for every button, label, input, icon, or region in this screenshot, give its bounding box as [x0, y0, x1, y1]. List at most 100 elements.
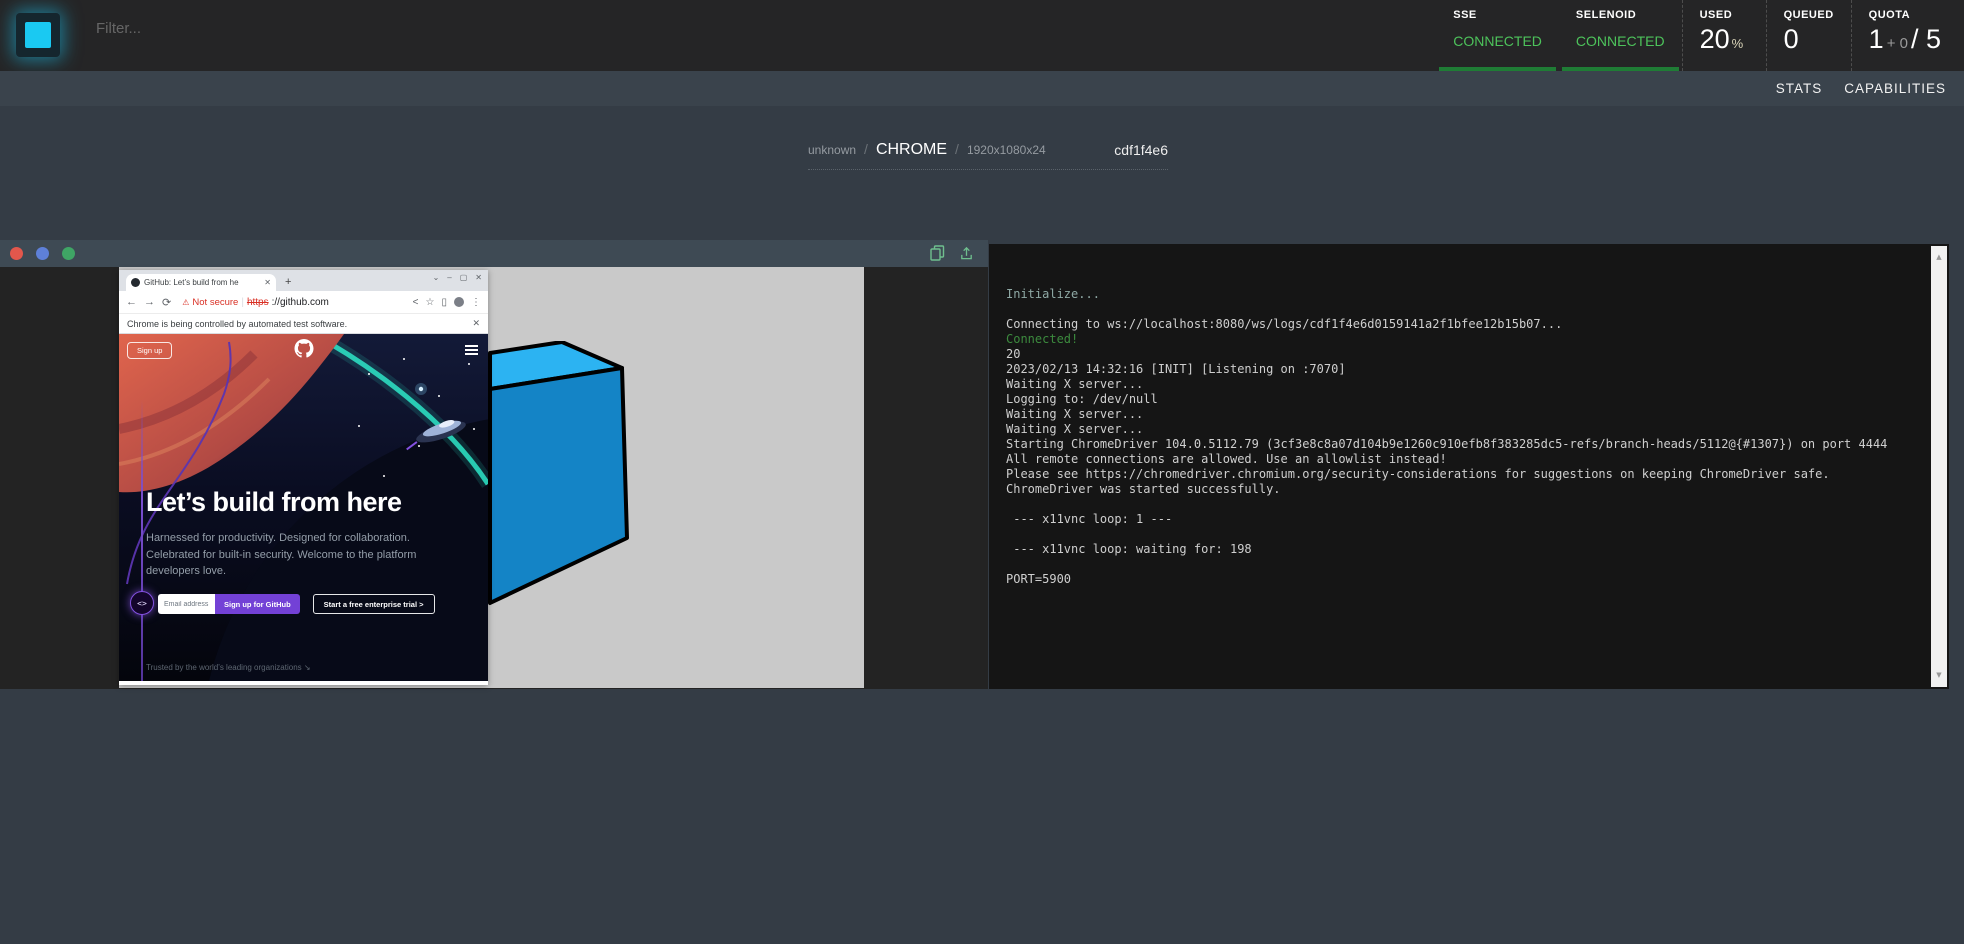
- log-line: Waiting X server...: [1006, 422, 1915, 437]
- selenoid-status: CONNECTED: [1576, 33, 1665, 49]
- remote-desktop[interactable]: GitHub: Let’s build from he ✕ + ⌄ – ▢ ✕ …: [119, 267, 864, 688]
- status-panel: SSE CONNECTED SELENOID CONNECTED USED 20…: [1436, 0, 1958, 71]
- log-line: [1006, 527, 1915, 542]
- github-favicon: [131, 278, 140, 287]
- stat-queued: QUEUED 0: [1766, 0, 1851, 71]
- log-line: PORT=5900: [1006, 572, 1915, 587]
- tab-close-icon[interactable]: ✕: [264, 278, 271, 287]
- window-close-dot[interactable]: [10, 247, 23, 260]
- back-icon[interactable]: ←: [126, 296, 137, 308]
- used-number: 20: [1700, 24, 1730, 54]
- side-panel-icon[interactable]: ▯: [441, 297, 447, 308]
- menu-more-icon[interactable]: ⋮: [471, 297, 481, 308]
- log-line: [1006, 557, 1915, 572]
- log-line: 2023/02/13 14:32:16 [INIT] [Listening on…: [1006, 362, 1915, 377]
- quota-value: 1+ 0/ 5: [1869, 24, 1941, 55]
- url-scheme: https: [247, 297, 269, 308]
- profile-avatar[interactable]: [454, 297, 464, 307]
- remote-browser-window: GitHub: Let’s build from he ✕ + ⌄ – ▢ ✕ …: [119, 270, 488, 685]
- filter-input[interactable]: [96, 20, 476, 37]
- queued-value: 0: [1784, 24, 1834, 55]
- session-row[interactable]: unknown / CHROME / 1920x1080x24 cdf1f4e6: [808, 130, 1168, 170]
- purple-accent-line: [141, 400, 143, 681]
- automation-infobar: Chrome is being controlled by automated …: [119, 314, 488, 334]
- url-field[interactable]: ⚠ Not secure | https ://github.com: [182, 297, 405, 308]
- browser-tab-title: GitHub: Let’s build from he: [144, 278, 260, 287]
- github-octocat-icon[interactable]: [294, 339, 313, 363]
- copy-icon[interactable]: [930, 245, 945, 266]
- vnc-canvas[interactable]: GitHub: Let’s build from he ✕ + ⌄ – ▢ ✕ …: [0, 267, 988, 689]
- browser-tabstrip: GitHub: Let’s build from he ✕ + ⌄ – ▢ ✕: [119, 270, 488, 291]
- log-scrollbar[interactable]: ▲ ▼: [1931, 246, 1947, 687]
- close-icon[interactable]: ✕: [475, 273, 482, 282]
- log-line: Waiting X server...: [1006, 407, 1915, 422]
- stat-label: SSE: [1453, 9, 1542, 21]
- vnc-titlebar: [0, 240, 988, 267]
- used-value: 20%: [1700, 24, 1749, 55]
- hero-body: Harnessed for productivity. Designed for…: [146, 530, 454, 580]
- tab-stats[interactable]: STATS: [1776, 81, 1823, 96]
- url-divider: |: [241, 297, 244, 308]
- window-maximize-dot[interactable]: [62, 247, 75, 260]
- github-signup-button[interactable]: Sign up: [127, 342, 172, 359]
- tab-capabilities[interactable]: CAPABILITIES: [1844, 81, 1946, 96]
- log-lines: Initialize... Connecting to ws://localho…: [1006, 287, 1915, 587]
- stat-label: SELENOID: [1576, 9, 1665, 21]
- log-line: All remote connections are allowed. Use …: [1006, 452, 1915, 467]
- log-line: --- x11vnc loop: waiting for: 198: [1006, 542, 1915, 557]
- quota-used: 1: [1869, 24, 1884, 54]
- minimize-icon[interactable]: –: [447, 273, 451, 282]
- sse-status: CONNECTED: [1453, 33, 1542, 49]
- upload-icon[interactable]: [959, 245, 974, 266]
- maximize-icon[interactable]: ▢: [460, 273, 468, 282]
- trusted-line: Trusted by the world’s leading organizat…: [146, 663, 311, 672]
- stat-sse: SSE CONNECTED: [1436, 0, 1559, 71]
- signup-for-github-button[interactable]: Sign up for GitHub: [215, 594, 300, 614]
- automation-notice: Chrome is being controlled by automated …: [127, 319, 347, 329]
- logo-square-icon: [25, 22, 51, 48]
- infobar-close-icon[interactable]: ✕: [472, 318, 480, 329]
- log-line: Please see https://chromedriver.chromium…: [1006, 467, 1915, 482]
- scroll-down-icon[interactable]: ▼: [1931, 668, 1947, 683]
- window-minimize-dot[interactable]: [36, 247, 49, 260]
- forward-icon[interactable]: →: [144, 296, 155, 308]
- window-controls: ⌄ – ▢ ✕: [433, 273, 482, 282]
- log-line: [1006, 497, 1915, 512]
- chevron-down-icon[interactable]: ⌄: [433, 273, 440, 282]
- hamburger-menu-icon[interactable]: [465, 345, 478, 357]
- log-line: Connected!: [1006, 332, 1915, 347]
- share-icon[interactable]: <: [413, 297, 419, 308]
- not-secure-label: Not secure: [192, 297, 238, 308]
- enterprise-trial-button[interactable]: Start a free enterprise trial >: [313, 594, 435, 614]
- log-line: --- x11vnc loop: 1 ---: [1006, 512, 1915, 527]
- bookmark-star-icon[interactable]: ☆: [426, 297, 435, 308]
- log-line: Initialize...: [1006, 287, 1915, 302]
- log-line: Waiting X server...: [1006, 377, 1915, 392]
- scroll-up-icon[interactable]: ▲: [1931, 250, 1947, 265]
- stat-quota: QUOTA 1+ 0/ 5: [1851, 0, 1958, 71]
- github-page: Sign up <> Let’s build from here Harness…: [119, 334, 488, 681]
- session-info: unknown / CHROME / 1920x1080x24: [808, 141, 1046, 159]
- log-line: [1006, 302, 1915, 317]
- top-bar: SSE CONNECTED SELENOID CONNECTED USED 20…: [0, 0, 1964, 71]
- session-id: cdf1f4e6: [1114, 142, 1168, 158]
- reload-icon[interactable]: ⟳: [162, 296, 171, 309]
- browser-addressbar: ← → ⟳ ⚠ Not secure | https ://github.com…: [119, 291, 488, 314]
- selenoid-ui: SSE CONNECTED SELENOID CONNECTED USED 20…: [0, 0, 1964, 944]
- hero-title: Let’s build from here: [146, 487, 402, 518]
- new-tab-icon[interactable]: +: [285, 276, 291, 288]
- email-field[interactable]: [158, 594, 215, 614]
- session-log-panel: Initialize... Connecting to ws://localho…: [989, 244, 1949, 689]
- separator: /: [955, 141, 959, 157]
- session-browser: CHROME: [876, 141, 947, 159]
- quota-total: / 5: [1911, 24, 1941, 54]
- log-line: ChromeDriver was started successfully.: [1006, 482, 1915, 497]
- vnc-toolbar: [930, 245, 974, 266]
- app-logo[interactable]: [16, 13, 60, 57]
- quota-pending: + 0: [1887, 35, 1908, 52]
- code-bubble-icon: <>: [130, 591, 154, 615]
- separator: /: [864, 141, 868, 157]
- log-line: Logging to: /dev/null: [1006, 392, 1915, 407]
- security-warning-icon: ⚠: [182, 298, 189, 307]
- browser-tab[interactable]: GitHub: Let’s build from he ✕: [126, 274, 276, 291]
